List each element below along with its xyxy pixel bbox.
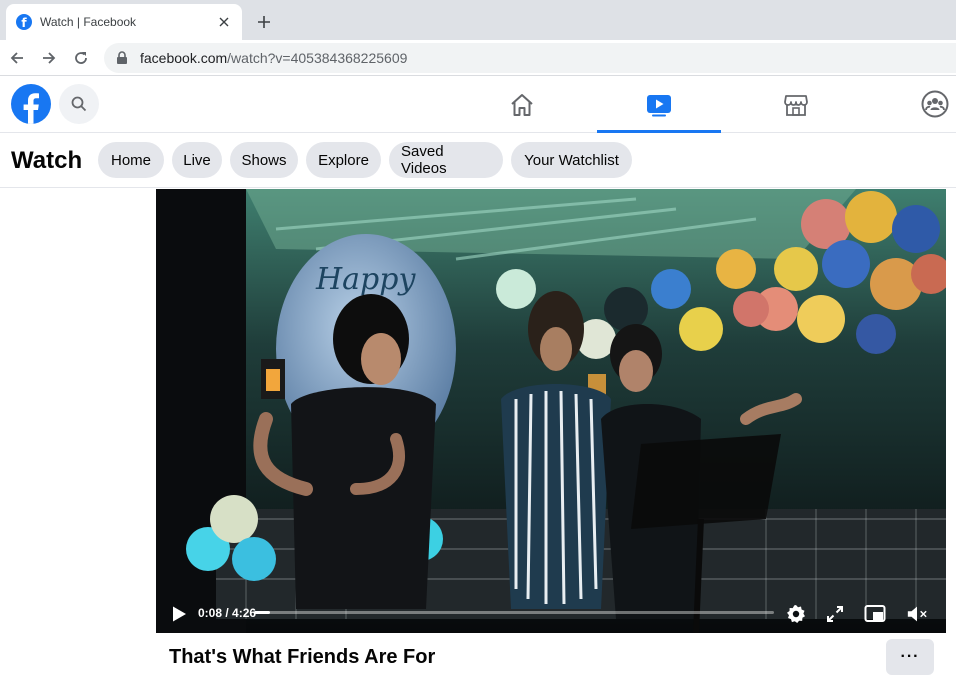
arrow-right-icon xyxy=(43,52,56,64)
play-icon[interactable] xyxy=(170,605,188,623)
settings-icon xyxy=(787,605,805,623)
store-icon xyxy=(784,95,808,116)
watch-nav-bar: Watch Home Live Shows Explore Saved Vide… xyxy=(0,134,956,188)
pill-shows[interactable]: Shows xyxy=(230,142,298,178)
mute-button[interactable] xyxy=(906,603,928,625)
pill-your-watchlist[interactable]: Your Watchlist xyxy=(511,142,632,178)
forward-button[interactable] xyxy=(37,46,61,70)
video-player[interactable]: Happy 0:08 / 4:26 xyxy=(156,189,946,633)
browser-tab-strip: f Watch | Facebook xyxy=(0,0,956,40)
nav-groups-tab[interactable] xyxy=(918,87,952,121)
close-tab-icon[interactable] xyxy=(216,14,232,30)
tab-title: Watch | Facebook xyxy=(40,15,137,29)
address-bar[interactable]: facebook.com/watch?v=405384368225609 xyxy=(104,43,956,73)
pill-saved-videos[interactable]: Saved Videos xyxy=(389,142,503,178)
facebook-header xyxy=(0,77,956,133)
picture-in-picture-button[interactable] xyxy=(864,603,886,625)
video-progress-played xyxy=(254,611,270,614)
expand-button[interactable] xyxy=(824,603,846,625)
nav-marketplace-tab[interactable] xyxy=(734,77,858,133)
reload-button[interactable] xyxy=(69,46,93,70)
url-domain: facebook.com xyxy=(140,50,228,66)
url-path: /watch?v=405384368225609 xyxy=(227,50,408,66)
nav-home-tab[interactable] xyxy=(460,77,584,133)
lock-icon xyxy=(117,51,127,64)
facebook-logo[interactable] xyxy=(11,84,51,124)
more-options-button[interactable]: ··· xyxy=(886,639,934,675)
nav-watch-tab[interactable] xyxy=(597,77,721,133)
picture-in-picture-icon xyxy=(864,605,886,622)
plus-icon xyxy=(258,16,270,28)
expand-icon xyxy=(827,606,843,622)
video-play-icon xyxy=(647,95,671,117)
video-frame: Happy xyxy=(156,189,946,633)
page-title: Watch xyxy=(11,147,83,174)
browser-toolbar: facebook.com/watch?v=405384368225609 xyxy=(0,40,956,76)
home-icon xyxy=(511,94,533,116)
muted-volume-icon xyxy=(907,606,927,622)
arrow-left-icon xyxy=(10,52,23,64)
back-button[interactable] xyxy=(5,46,29,70)
browser-tab[interactable]: f Watch | Facebook xyxy=(6,4,242,40)
search-icon xyxy=(71,96,87,112)
address-url: facebook.com/watch?v=405384368225609 xyxy=(140,50,407,66)
reload-icon xyxy=(75,52,87,64)
scene-happy-text: Happy xyxy=(315,262,416,297)
video-title[interactable]: That's What Friends Are For xyxy=(169,646,435,669)
groups-icon xyxy=(921,90,949,118)
facebook-favicon-icon: f xyxy=(16,14,32,30)
search-button[interactable] xyxy=(59,84,99,124)
pill-explore[interactable]: Explore xyxy=(306,142,381,178)
new-tab-button[interactable] xyxy=(252,10,276,34)
video-controls: 0:08 / 4:26 xyxy=(156,593,946,633)
video-time: 0:08 / 4:26 xyxy=(198,606,257,620)
video-progress-bar[interactable] xyxy=(254,611,774,614)
pill-home[interactable]: Home xyxy=(98,142,164,178)
settings-button[interactable] xyxy=(785,603,807,625)
pill-live[interactable]: Live xyxy=(172,142,222,178)
